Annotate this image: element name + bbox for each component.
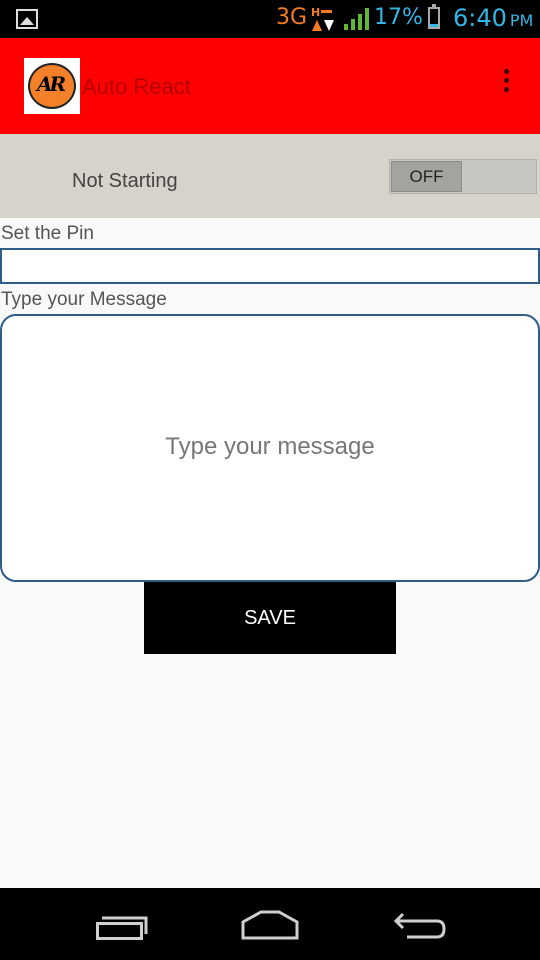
service-status-text: Not Starting: [72, 170, 178, 192]
app-logo-text: AR: [37, 72, 66, 96]
service-toggle-panel: Not Starting OFF: [0, 134, 540, 218]
navigation-bar: [0, 888, 540, 960]
pin-label: Set the Pin: [1, 223, 94, 244]
battery-icon: [428, 4, 440, 29]
data-activity-icon: H: [311, 6, 334, 31]
message-label: Type your Message: [1, 289, 167, 310]
service-switch[interactable]: OFF: [389, 159, 537, 194]
home-icon[interactable]: [241, 910, 299, 940]
network-type: 3G: [276, 5, 308, 30]
svg-text:H: H: [311, 6, 320, 19]
signal-strength-icon: [344, 8, 369, 30]
app-title: Auto React: [82, 74, 191, 99]
action-bar: AR Auto React: [0, 38, 540, 134]
message-input[interactable]: [0, 314, 540, 582]
battery-percent: 17%: [374, 5, 423, 30]
clock: 6:40 PM: [453, 4, 533, 32]
recent-apps-icon[interactable]: [96, 914, 148, 940]
service-switch-thumb[interactable]: OFF: [391, 161, 462, 192]
status-bar: 3G H 17% 6:40 PM: [0, 0, 540, 38]
save-button[interactable]: SAVE: [144, 582, 396, 654]
pin-input[interactable]: [0, 248, 540, 284]
app-logo[interactable]: AR: [24, 58, 80, 114]
clock-time: 6:40: [453, 4, 507, 32]
clock-ampm: PM: [509, 11, 534, 30]
overflow-menu-icon[interactable]: [498, 68, 516, 98]
gallery-notification-icon: [16, 9, 38, 29]
back-icon[interactable]: [393, 910, 447, 940]
